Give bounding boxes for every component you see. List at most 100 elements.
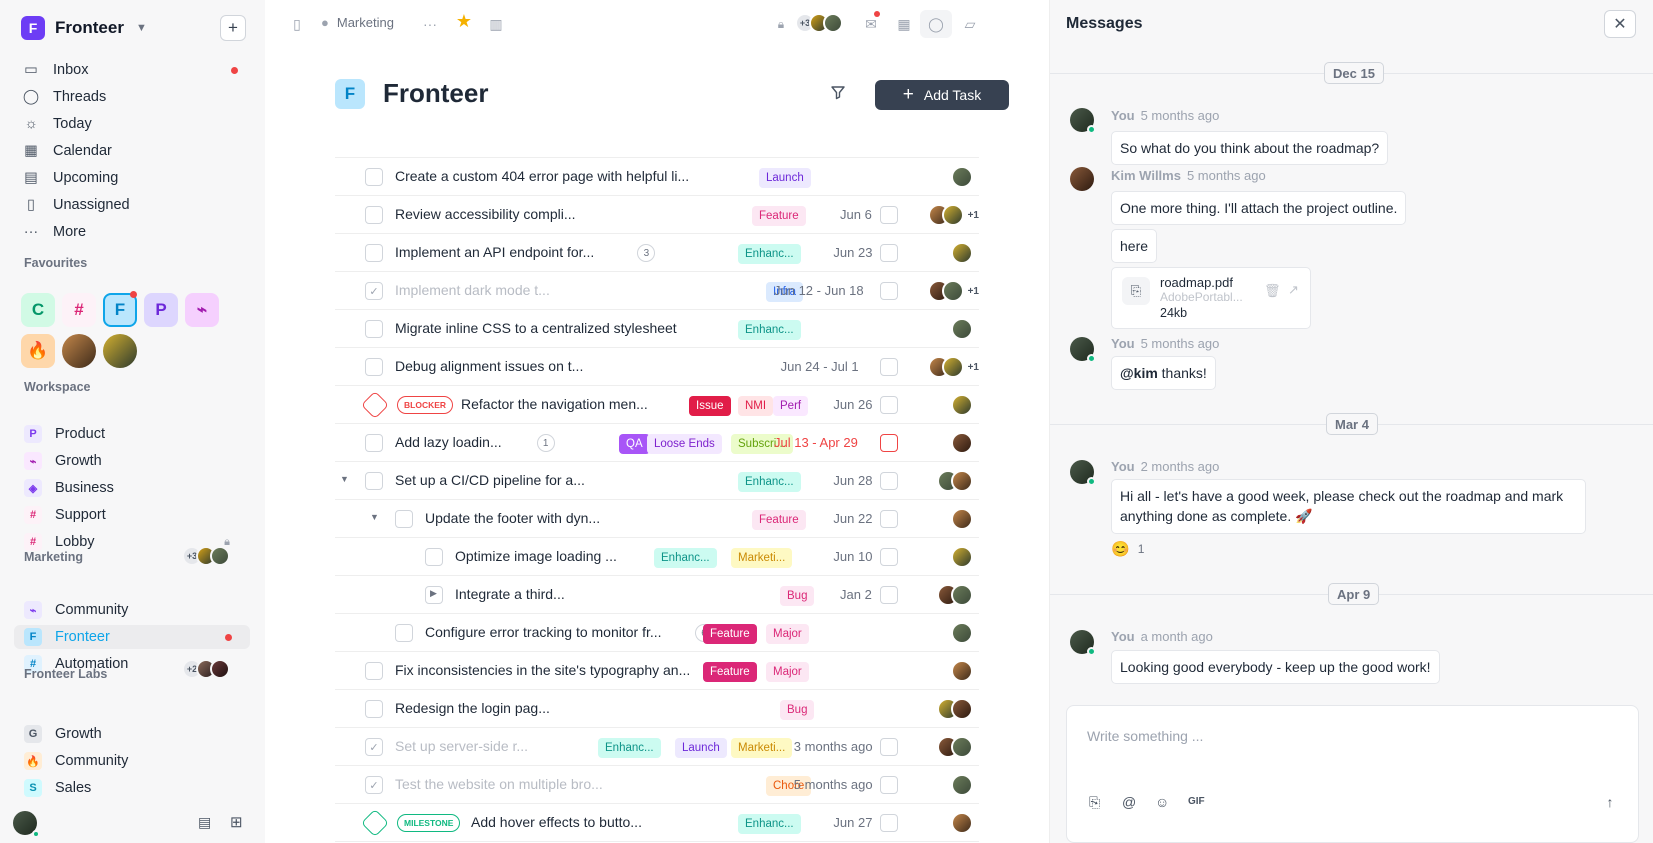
inbox-icon[interactable]: ✉ [862,15,880,33]
labs-members[interactable]: +2 [182,659,230,679]
task-checkbox[interactable]: ✓ [365,776,383,794]
task-due-date[interactable]: 5 months ago [794,777,873,792]
task-due-date[interactable]: Jun 26 [833,397,872,412]
task-due-date[interactable]: Jun 12 - Jun 18 [774,283,864,298]
task-assignees[interactable] [951,394,973,416]
task-checkbox[interactable] [425,586,443,604]
sidebar-toggle-icon[interactable]: ▯ [288,15,306,33]
task-row[interactable]: Review accessibility compli... Feature Jun… [335,196,979,234]
task-assignees[interactable] [951,508,973,530]
channel-fronteer[interactable]: F Fronteer [14,625,250,649]
task-row[interactable]: ✓ Test the website on multiple bro... Chor… [335,766,979,804]
task-assignees[interactable] [951,812,973,834]
task-checkbox[interactable] [365,662,383,680]
task-checkbox[interactable] [365,434,383,452]
compose-input[interactable]: Write something ... [1087,728,1203,744]
calendar-icon[interactable] [880,510,898,528]
task-assignees[interactable] [951,242,973,264]
marketing-members[interactable]: +3 [182,546,230,566]
task-checkbox[interactable] [365,700,383,718]
task-title[interactable]: Optimize image loading ... [455,548,617,564]
task-row[interactable]: Optimize image loading ... Enhanc... Marke… [335,538,979,576]
breadcrumb[interactable]: ● Marketing [321,15,394,30]
favourite-item[interactable]: 🔥 [21,334,55,368]
task-row[interactable]: ▶ Integrate a third... Bug Jan 2 [335,576,979,614]
task-assignees[interactable]: +1 [927,204,979,226]
gif-button[interactable]: GIF [1188,796,1205,807]
calendar-icon[interactable] [880,814,898,832]
file-attachment[interactable]: ⎘ roadmap.pdf AdobePortabl... 24kb 🗑︎ ↗ [1111,267,1311,329]
task-title[interactable]: Set up a CI/CD pipeline for a... [395,472,585,488]
task-due-date[interactable]: Jun 10 [833,549,872,564]
task-row[interactable]: Add lazy loadin... 1 QA Loose Ends Subscri..… [335,424,979,462]
close-button[interactable]: ✕ [1604,10,1636,38]
expand-caret-icon[interactable]: ▼ [370,512,379,522]
task-title[interactable]: Add lazy loadin... [395,434,502,450]
task-row[interactable]: Redesign the login pag... Bug [335,690,979,728]
task-title[interactable]: Migrate inline CSS to a centralized styl… [395,320,677,336]
sidebar-item-threads[interactable]: ◯ Threads [23,85,246,109]
task-checkbox[interactable] [395,510,413,528]
task-title[interactable]: Configure error tracking to monitor fr..… [425,624,662,640]
favourite-item[interactable]: F [103,293,137,327]
task-checkbox[interactable] [365,206,383,224]
channel-community[interactable]: 🔥 Community [24,749,250,773]
task-title[interactable]: Redesign the login pag... [395,700,550,716]
sidebar-item-calendar[interactable]: ▦ Calendar [24,139,246,163]
task-title[interactable]: Create a custom 404 error page with help… [395,168,689,184]
task-assignees[interactable]: +1 [927,356,979,378]
message-composer[interactable]: Write something ... ⎘ @ ☺ GIF ↑ [1066,705,1639,843]
task-due-date[interactable]: Jun 22 [833,511,872,526]
task-checkbox[interactable] [365,168,383,186]
favourite-star-icon[interactable]: ★ [455,11,473,31]
task-due-date[interactable]: Jun 27 [833,815,872,830]
task-row[interactable]: Configure error tracking to monitor fr..… [335,614,979,652]
channel-growth[interactable]: G Growth [24,722,250,746]
notes-icon[interactable]: ▱ [961,15,979,33]
task-row[interactable]: ✓ Implement dark mode t... Infra Jun 12 - J… [335,272,979,310]
filter-icon[interactable] [830,84,846,103]
task-row[interactable]: ✓ Set up server-side r... Enhanc... Launch M… [335,728,979,766]
calendar-icon[interactable] [880,282,898,300]
channel-product[interactable]: P Product [24,422,250,446]
task-title[interactable]: Fix inconsistencies in the site's typogr… [395,662,690,678]
task-due-date[interactable]: Jan 2 [840,587,872,602]
task-checkbox[interactable]: ✓ [365,282,383,300]
attach-icon[interactable]: ⎘ [1089,794,1100,811]
channel-community[interactable]: ⌁ Community [24,598,250,622]
task-row[interactable]: Debug alignment issues on t... Jun 24 - J… [335,348,979,386]
task-title[interactable]: Debug alignment issues on t... [395,358,583,374]
task-row[interactable]: ▼ Update the footer with dyn... Feature Jun… [335,500,979,538]
task-title[interactable]: Test the website on multiple bro... [395,776,603,792]
task-title[interactable]: Review accessibility compli... [395,206,576,222]
task-checkbox[interactable] [365,244,383,262]
favourite-item[interactable]: # [62,293,96,327]
task-assignees[interactable] [951,432,973,454]
favourite-user-avatar[interactable] [62,334,96,368]
task-assignees[interactable] [937,470,973,492]
task-checkbox[interactable] [365,320,383,338]
task-title[interactable]: Integrate a third... [455,586,565,602]
task-assignees[interactable] [951,318,973,340]
calendar-icon[interactable] [880,244,898,262]
task-checkbox[interactable] [395,624,413,642]
calendar-icon[interactable] [880,586,898,604]
task-row[interactable]: BLOCKER Refactor the navigation men... Iss… [335,386,979,424]
task-row[interactable]: MILESTONE Add hover effects to butto... En… [335,804,979,842]
sidebar-item-inbox[interactable]: ▭ Inbox [24,58,246,82]
send-button[interactable]: ↑ [1598,790,1622,814]
task-assignees[interactable] [951,660,973,682]
task-row[interactable]: Migrate inline CSS to a centralized styl… [335,310,979,348]
task-title[interactable]: Add hover effects to butto... [471,814,642,830]
task-assignees[interactable] [937,584,973,606]
new-item-button[interactable]: + [220,15,246,41]
task-assignees[interactable] [937,736,973,758]
apps-grid-icon[interactable]: ⊞ [230,813,243,831]
reaction[interactable]: 😊 1 [1111,540,1144,558]
channel-support[interactable]: # Support [24,503,250,527]
task-checkbox[interactable] [425,548,443,566]
favourite-item[interactable]: C [21,293,55,327]
task-checkbox[interactable] [365,472,383,490]
sidebar-item-upcoming[interactable]: ▤ Upcoming [24,166,246,190]
calendar-icon[interactable] [880,434,898,452]
